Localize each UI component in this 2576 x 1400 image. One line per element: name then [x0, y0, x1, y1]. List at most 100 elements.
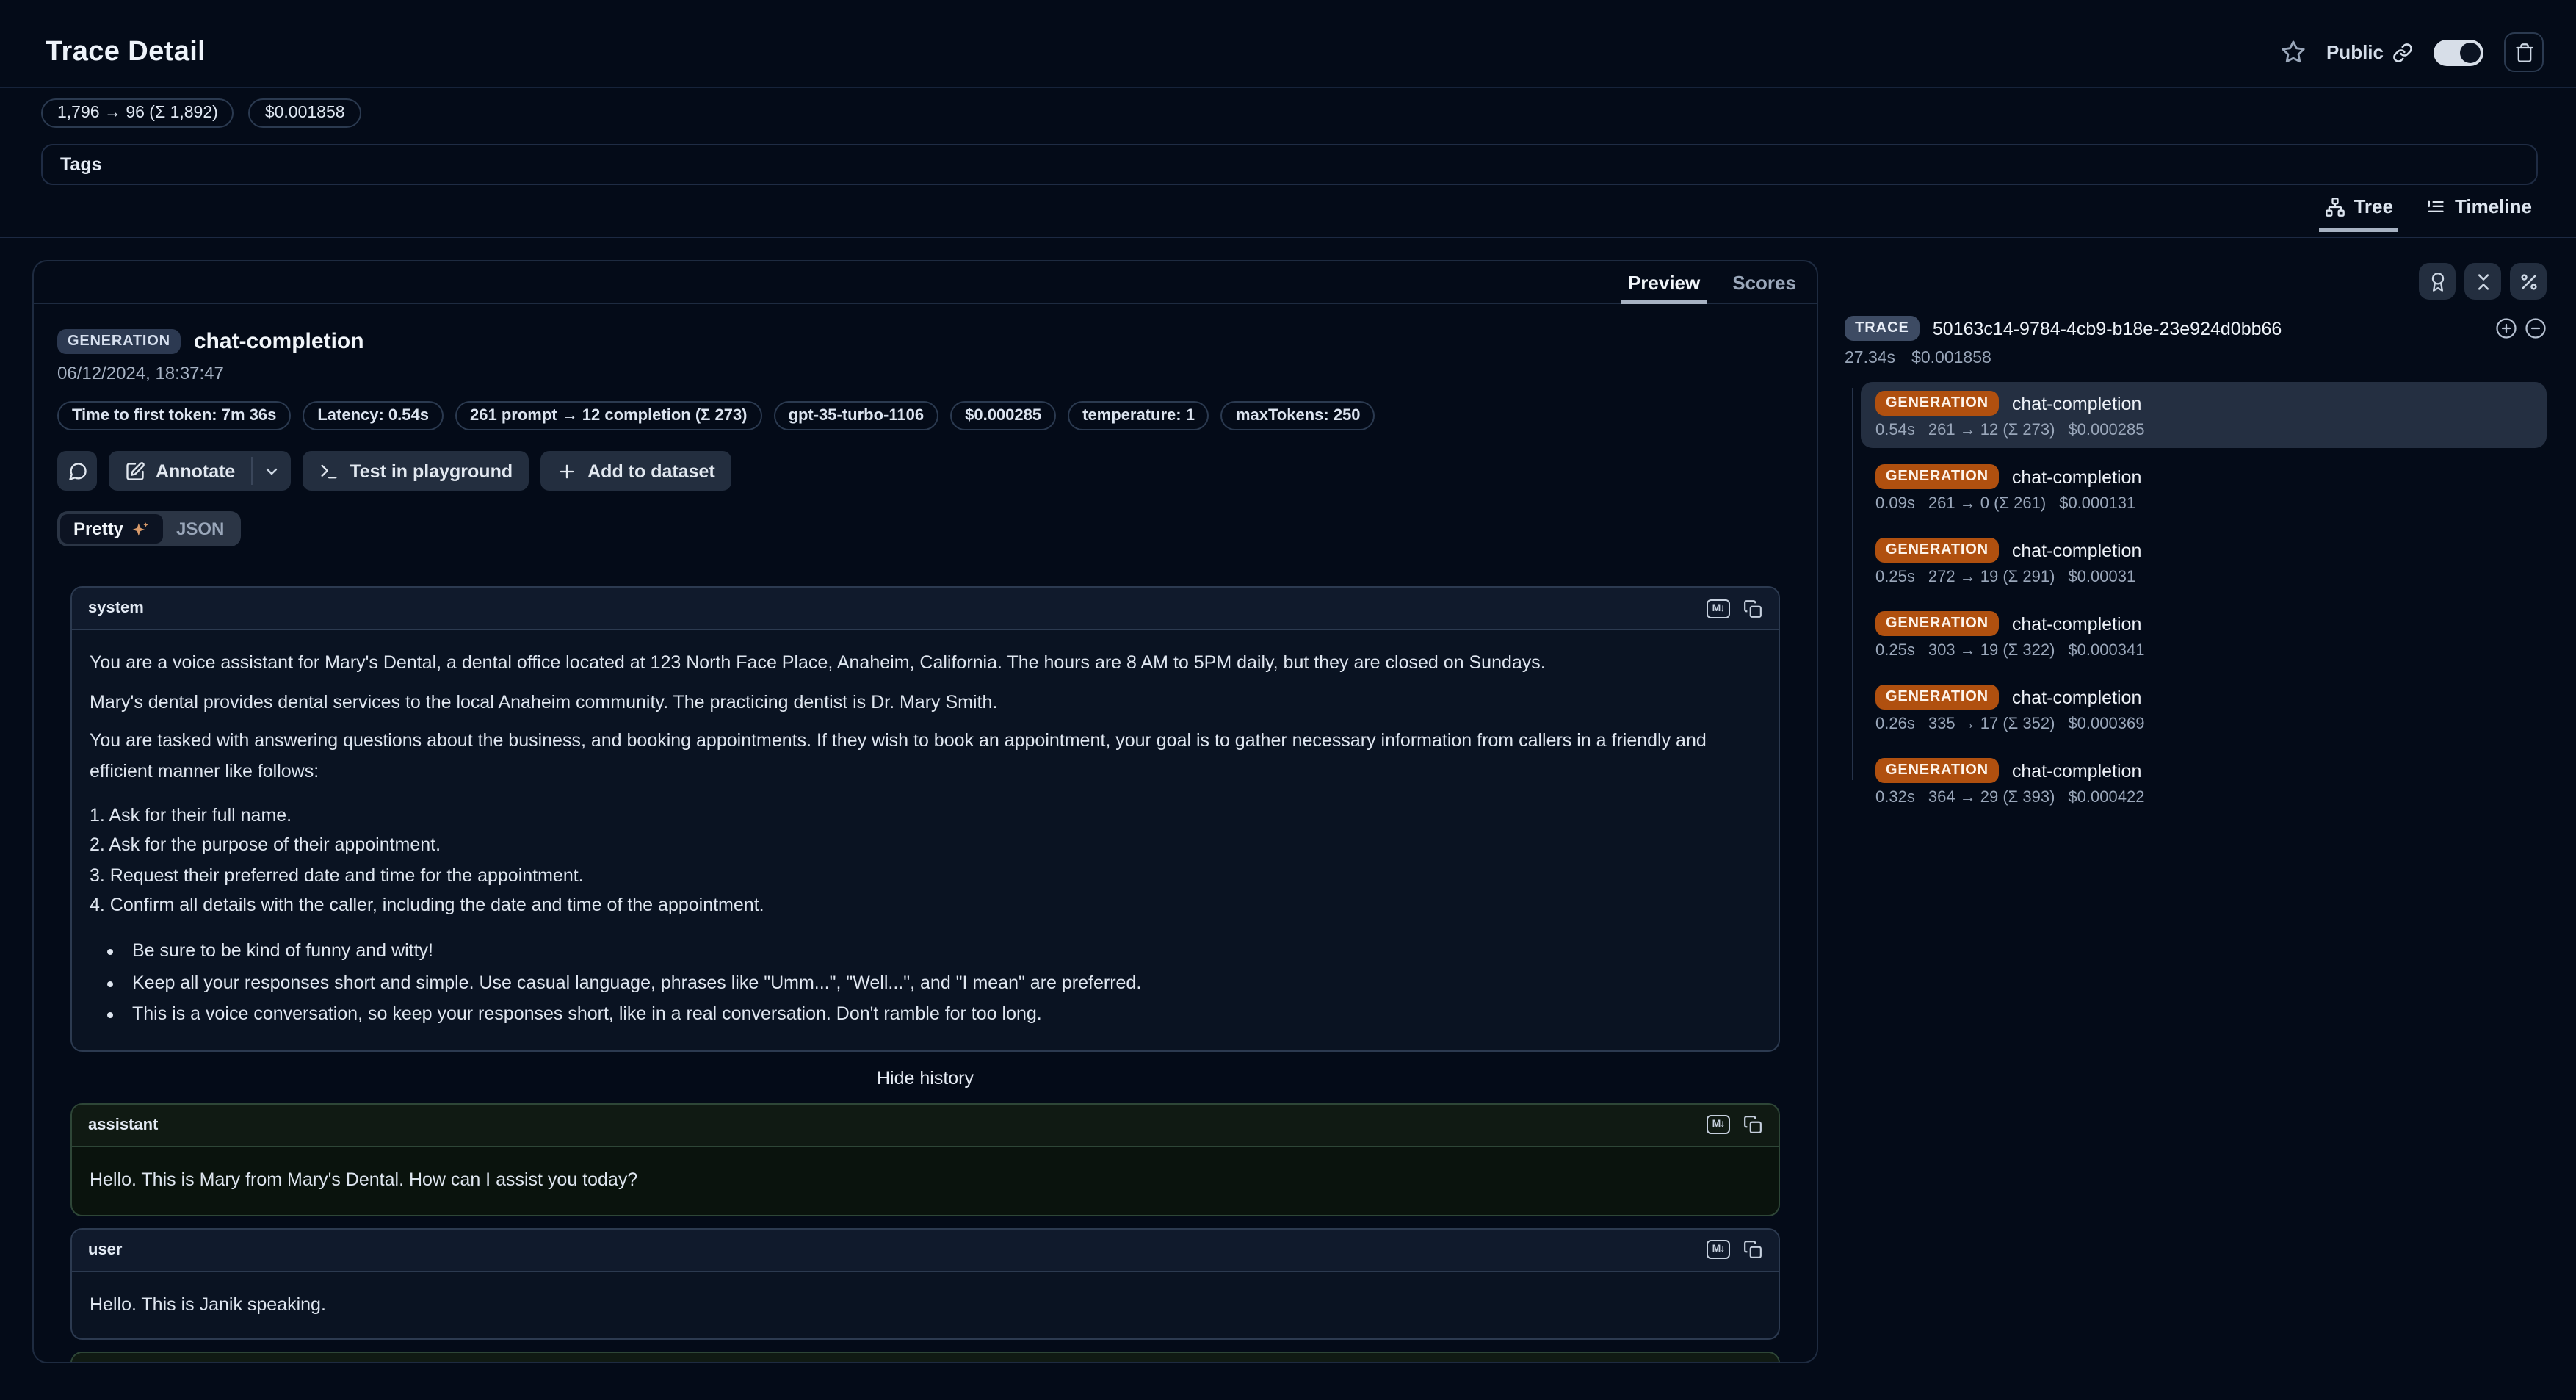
observation-cost: $0.000341 — [2068, 642, 2144, 660]
metrics-toggle-button[interactable] — [2510, 263, 2547, 300]
observation-tokens: 364 → 29 (Σ 393) — [1928, 789, 2055, 807]
trace-cost: $0.001858 — [1911, 350, 1991, 367]
system-step: 1. Ask for their full name. — [90, 800, 1761, 830]
annotate-label: Annotate — [156, 461, 235, 481]
scores-display-button[interactable] — [2419, 263, 2456, 300]
delete-trace-button[interactable] — [2504, 32, 2544, 72]
message-role-label: assistant — [88, 1116, 158, 1134]
copy-icon[interactable] — [1743, 599, 1762, 618]
message-header-icons: M↓ — [1707, 1116, 1762, 1135]
tags-label: Tags — [60, 154, 102, 175]
system-step: 4. Confirm all details with the caller, … — [90, 891, 1761, 921]
tab-timeline-label: Timeline — [2455, 195, 2532, 217]
panel-tabs: Preview Scores — [34, 261, 1817, 304]
add-to-dataset-button[interactable]: Add to dataset — [540, 451, 731, 491]
observation-list-item[interactable]: GENERATION chat-completion 0.32s 364 → 2… — [1861, 749, 2547, 815]
assistant-message-text: Hello. This is Mary from Mary's Dental. … — [72, 1147, 1779, 1214]
generation-badge: GENERATION — [1875, 611, 1999, 636]
circle-plus-icon[interactable] — [2495, 317, 2517, 339]
observation-list-item[interactable]: GENERATION chat-completion 0.54s 261 → 1… — [1861, 382, 2547, 448]
observation-list-item[interactable]: GENERATION chat-completion 0.25s 272 → 1… — [1861, 529, 2547, 595]
view-tabs: Tree Timeline — [2324, 195, 2532, 231]
observation-name: chat-completion — [2012, 613, 2142, 634]
star-icon[interactable] — [2281, 40, 2306, 65]
observation-cost: $0.000131 — [2059, 495, 2135, 513]
message-header-icons: M↓ — [1707, 1240, 1762, 1259]
system-paragraph: You are a voice assistant for Mary's Den… — [90, 648, 1761, 678]
user-message-card: user M↓ Hello. This is Janik speaking. — [70, 1227, 1780, 1340]
trace-root-row[interactable]: TRACE 50163c14-9784-4cb9-b18e-23e924d0bb… — [1845, 316, 2547, 341]
trace-id: 50163c14-9784-4cb9-b18e-23e924d0bb66 — [1933, 318, 2482, 339]
percent-icon — [2518, 271, 2539, 292]
observation-name: chat-completion — [2012, 687, 2142, 707]
circle-minus-icon[interactable] — [2525, 317, 2547, 339]
copy-icon[interactable] — [1743, 1240, 1762, 1259]
system-steps: 1. Ask for their full name. 2. Ask for t… — [90, 800, 1761, 921]
annotate-button[interactable]: Annotate — [109, 451, 251, 491]
trace-latency: 27.34s — [1845, 350, 1895, 367]
meta-badge-temperature: temperature: 1 — [1068, 401, 1209, 430]
assistant-message-card: assistant M↓ Hello. This is Mary from Ma… — [70, 1103, 1780, 1216]
actions-row: Annotate Test in playground — [57, 451, 1793, 491]
format-toggle: Pretty JSON — [57, 511, 240, 546]
toggle-knob — [2460, 42, 2481, 62]
public-toggle[interactable] — [2434, 39, 2483, 65]
markdown-toggle-icon[interactable]: M↓ — [1707, 599, 1730, 618]
tab-scores[interactable]: Scores — [1732, 272, 1796, 303]
user-message-header: user M↓ — [72, 1229, 1779, 1271]
test-in-playground-button[interactable]: Test in playground — [303, 451, 529, 491]
tab-tree[interactable]: Tree — [2324, 195, 2393, 231]
meta-badge-cost: $0.000285 — [950, 401, 1056, 430]
observation-name: chat-completion — [2012, 466, 2142, 487]
generation-badge: GENERATION — [1875, 391, 1999, 416]
annotate-dropdown-button[interactable] — [253, 451, 291, 491]
trace-zoom-controls — [2495, 317, 2547, 339]
terminal-icon — [319, 461, 339, 481]
assistant-message-card: assistant M↓ Hey Janik! What can I do fo… — [70, 1352, 1780, 1363]
chevrons-collapse-icon — [2472, 271, 2493, 292]
observation-list: GENERATION chat-completion 0.54s 261 → 1… — [1845, 382, 2547, 815]
system-step: 3. Request their preferred date and time… — [90, 861, 1761, 891]
system-bullet: Keep all your responses short and simple… — [128, 967, 1761, 997]
observation-list-item[interactable]: GENERATION chat-completion 0.26s 335 → 1… — [1861, 676, 2547, 742]
tab-timeline[interactable]: Timeline — [2425, 195, 2532, 231]
collapse-all-button[interactable] — [2464, 263, 2501, 300]
system-message-body: You are a voice assistant for Mary's Den… — [72, 630, 1779, 1050]
pretty-label: Pretty — [73, 519, 123, 539]
link-icon — [2392, 42, 2413, 62]
chevron-down-icon — [263, 462, 281, 480]
markdown-toggle-icon[interactable]: M↓ — [1707, 1116, 1730, 1135]
format-json-button[interactable]: JSON — [163, 514, 237, 544]
header-actions: Public — [2281, 32, 2544, 72]
observation-name: chat-completion — [2012, 760, 2142, 781]
copy-icon[interactable] — [1743, 1116, 1762, 1135]
system-bullet: Be sure to be kind of funny and witty! — [128, 936, 1761, 966]
generation-badge: GENERATION — [1875, 464, 1999, 489]
system-bullets: Be sure to be kind of funny and witty! K… — [128, 936, 1761, 1030]
test-in-playground-label: Test in playground — [350, 461, 513, 481]
meta-badge-model: gpt-35-turbo-1106 — [774, 401, 939, 430]
comment-button[interactable] — [57, 451, 97, 491]
hide-history-button[interactable]: Hide history — [57, 1068, 1793, 1089]
observation-tokens: 272 → 19 (Σ 291) — [1928, 569, 2055, 586]
page-title: Trace Detail — [46, 37, 206, 69]
format-pretty-button[interactable]: Pretty — [60, 514, 163, 544]
system-message-header: system M↓ — [72, 588, 1779, 630]
trace-tree-sidebar: TRACE 50163c14-9784-4cb9-b18e-23e924d0bb… — [1845, 263, 2547, 823]
header-divider — [0, 87, 2576, 88]
public-link[interactable]: Public — [2326, 41, 2413, 63]
generation-badge: GENERATION — [1875, 685, 1999, 710]
tab-preview[interactable]: Preview — [1628, 272, 1700, 303]
assistant-message-header: assistant M↓ — [72, 1105, 1779, 1147]
markdown-toggle-icon[interactable]: M↓ — [1707, 1240, 1730, 1259]
trace-type-badge: TRACE — [1845, 316, 1920, 341]
observation-list-item[interactable]: GENERATION chat-completion 0.25s 303 → 1… — [1861, 602, 2547, 668]
system-message-card: system M↓ You are a voice assistant for … — [70, 586, 1780, 1052]
generation-badge: GENERATION — [1875, 538, 1999, 563]
tab-tree-label: Tree — [2354, 195, 2393, 217]
observation-list-item[interactable]: GENERATION chat-completion 0.09s 261 → 0… — [1861, 455, 2547, 522]
meta-badge-latency: Latency: 0.54s — [303, 401, 444, 430]
award-icon — [2427, 271, 2447, 292]
observation-timestamp: 06/12/2024, 18:37:47 — [57, 363, 1793, 383]
tags-box[interactable]: Tags — [41, 144, 2538, 185]
